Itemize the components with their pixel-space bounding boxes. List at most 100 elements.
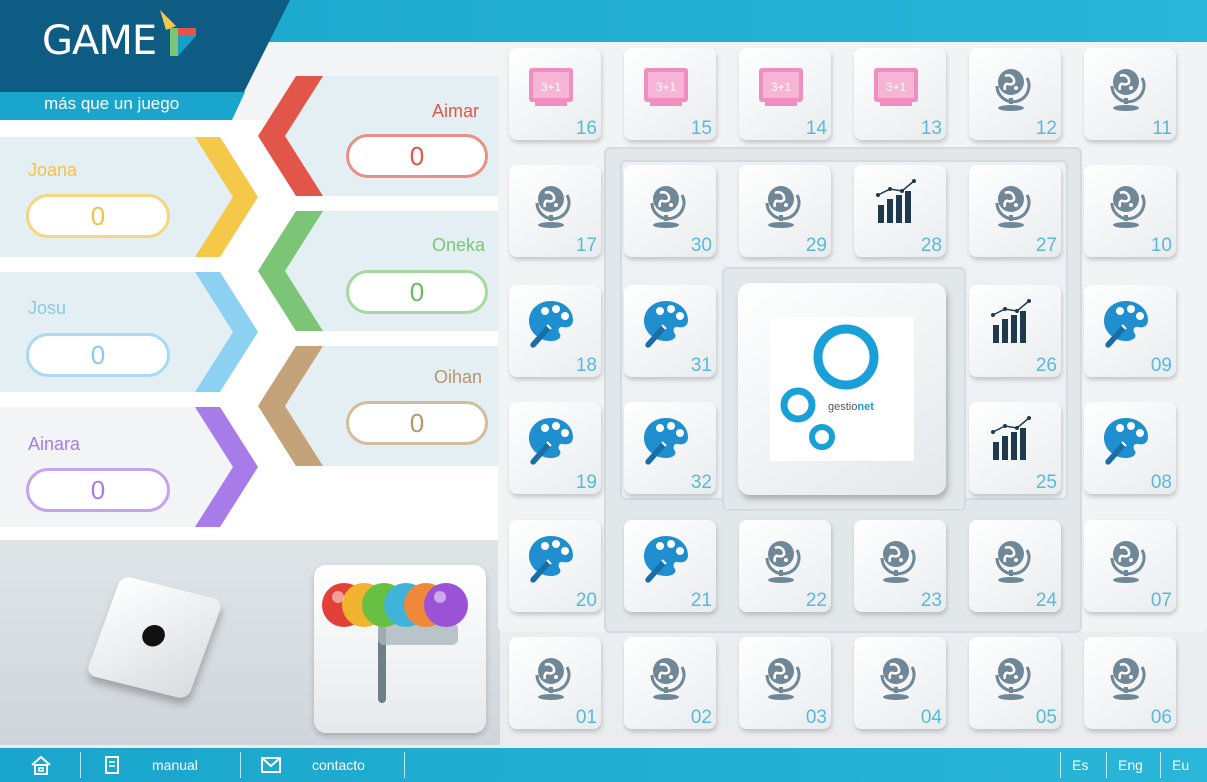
gestionet-wordmark: gestionet <box>828 401 874 413</box>
lang-es-button[interactable]: Es <box>1072 748 1088 782</box>
tile-number: 03 <box>805 707 827 728</box>
board-tile[interactable]: 17 <box>509 165 601 257</box>
board-tile[interactable]: 3+1 13 <box>854 48 946 140</box>
globe-icon <box>638 175 694 231</box>
board-tile[interactable]: 24 <box>969 520 1061 612</box>
board-tile[interactable]: 3+1 15 <box>624 48 716 140</box>
separator <box>404 752 405 778</box>
board-tile[interactable]: 03 <box>739 637 831 729</box>
globe-icon <box>523 647 579 703</box>
palette-icon <box>523 295 579 351</box>
player-score: 0 <box>346 401 488 445</box>
tile-number: 23 <box>920 590 942 611</box>
board-tile[interactable]: 23 <box>854 520 946 612</box>
palette-icon <box>638 295 694 351</box>
palette-icon <box>1098 412 1154 468</box>
player-name: Joana <box>28 160 78 180</box>
board-tile[interactable]: 10 <box>1084 165 1176 257</box>
tile-number: 22 <box>805 590 827 611</box>
separator <box>1160 752 1161 778</box>
board-tile[interactable]: 31 <box>624 285 716 377</box>
globe-icon <box>983 647 1039 703</box>
player-score: 0 <box>26 333 170 377</box>
player-tokens-icon <box>322 583 468 703</box>
board-tile[interactable]: 02 <box>624 637 716 729</box>
board-tile[interactable]: 28 <box>854 165 946 257</box>
board-tile[interactable]: 30 <box>624 165 716 257</box>
tile-number: 06 <box>1150 707 1172 728</box>
tile-number: 31 <box>690 355 712 376</box>
board-tile[interactable]: 3+1 16 <box>509 48 601 140</box>
board-tile[interactable]: 26 <box>969 285 1061 377</box>
manual-icon[interactable] <box>104 755 122 775</box>
tile-number: 21 <box>690 590 712 611</box>
tile-number: 26 <box>1035 355 1057 376</box>
math-icon: 3+1 <box>523 58 579 114</box>
tile-number: 11 <box>1152 118 1172 139</box>
chart-icon <box>983 412 1039 468</box>
board-tile[interactable]: 3+1 14 <box>739 48 831 140</box>
player-name: Josu <box>28 298 67 318</box>
chart-icon <box>868 175 924 231</box>
player-name: Aimar <box>432 101 480 121</box>
board-tile[interactable]: 27 <box>969 165 1061 257</box>
board-tile[interactable]: 18 <box>509 285 601 377</box>
player-name: Oihan <box>434 367 483 387</box>
board-tile[interactable]: 06 <box>1084 637 1176 729</box>
board-tile[interactable]: 25 <box>969 402 1061 494</box>
board-tile[interactable]: 08 <box>1084 402 1176 494</box>
board-tile[interactable]: 12 <box>969 48 1061 140</box>
tile-number: 18 <box>575 355 597 376</box>
tile-number: 09 <box>1150 355 1172 376</box>
tile-number: 01 <box>575 707 597 728</box>
tile-number: 20 <box>575 590 597 611</box>
dice-pip <box>139 622 169 649</box>
player-score: 0 <box>26 194 170 238</box>
board-tile[interactable]: 07 <box>1084 520 1176 612</box>
board-tile[interactable]: 01 <box>509 637 601 729</box>
brand-suffix: net <box>857 401 874 413</box>
board-tile[interactable]: 22 <box>739 520 831 612</box>
math-icon: 3+1 <box>868 58 924 114</box>
separator <box>80 752 81 778</box>
svg-text:3+1: 3+1 <box>771 80 792 94</box>
lang-eu-button[interactable]: Eu <box>1172 748 1189 782</box>
tile-number: 15 <box>690 118 712 139</box>
tile-number: 07 <box>1150 590 1172 611</box>
globe-icon <box>983 530 1039 586</box>
mail-icon[interactable] <box>260 756 282 774</box>
board-tile[interactable]: 32 <box>624 402 716 494</box>
manual-link[interactable]: manual <box>152 748 198 782</box>
board-tile[interactable]: 29 <box>739 165 831 257</box>
tokens-button[interactable] <box>314 565 486 733</box>
tile-number: 16 <box>575 118 597 139</box>
tile-number: 14 <box>805 118 827 139</box>
board-tile[interactable]: 19 <box>509 402 601 494</box>
tile-number: 28 <box>920 235 942 256</box>
home-icon[interactable] <box>30 754 52 776</box>
board-tile[interactable]: 09 <box>1084 285 1176 377</box>
tile-number: 05 <box>1035 707 1057 728</box>
game-board-screen: GAME más que un juego Joana 0 Josu 0 Ain… <box>0 0 1207 782</box>
board-tile[interactable]: 05 <box>969 637 1061 729</box>
bottom-bar: manual contacto Es Eng Eu <box>0 748 1207 782</box>
globe-icon <box>1098 647 1154 703</box>
board-tile[interactable]: 11 <box>1084 48 1176 140</box>
globe-icon <box>638 647 694 703</box>
contacto-link[interactable]: contacto <box>312 748 365 782</box>
tile-number: 19 <box>575 472 597 493</box>
lang-eng-button[interactable]: Eng <box>1118 748 1143 782</box>
logo-plus-icon <box>160 10 196 56</box>
board-tile[interactable]: 20 <box>509 520 601 612</box>
tile-number: 25 <box>1035 472 1057 493</box>
tile-number: 12 <box>1035 118 1057 139</box>
globe-icon <box>753 530 809 586</box>
tile-number: 08 <box>1150 472 1172 493</box>
board-tile[interactable]: 04 <box>854 637 946 729</box>
globe-icon <box>753 647 809 703</box>
chart-icon <box>983 295 1039 351</box>
board-tile[interactable]: 21 <box>624 520 716 612</box>
player-score: 0 <box>346 134 488 178</box>
separator <box>240 752 241 778</box>
logo-title: GAME <box>42 18 157 64</box>
